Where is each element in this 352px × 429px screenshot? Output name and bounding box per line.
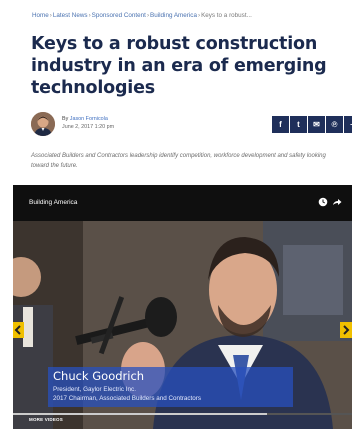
clock-icon[interactable] xyxy=(318,197,328,207)
video-top-bar: Building America xyxy=(13,185,352,221)
author-info: By Jason Fornicola June 2, 2017 1:20 pm xyxy=(62,115,114,131)
twitter-share-button[interactable]: t xyxy=(290,116,307,133)
share-arrow-icon[interactable] xyxy=(332,197,342,207)
breadcrumb-item-latest-news[interactable]: Latest News xyxy=(53,12,88,19)
chevron-left-icon xyxy=(14,325,21,335)
more-share-button[interactable]: + xyxy=(344,116,352,133)
author-avatar[interactable] xyxy=(31,112,55,136)
pinterest-share-button[interactable]: ℗ xyxy=(326,116,343,133)
byline: By Jason Fornicola June 2, 2017 1:20 pm … xyxy=(31,112,352,140)
breadcrumb-item-building-america[interactable]: Building America xyxy=(150,12,197,19)
facebook-icon: f xyxy=(279,120,282,129)
video-progress-bar[interactable] xyxy=(13,413,352,415)
breadcrumb-separator: › xyxy=(197,12,201,19)
byline-prefix: By xyxy=(62,116,69,122)
breadcrumb-item-sponsored-content[interactable]: Sponsored Content xyxy=(92,12,146,19)
breadcrumb-separator: › xyxy=(88,12,91,19)
video-progress-fill xyxy=(13,413,268,415)
publish-date: June 2, 2017 1:20 pm xyxy=(62,124,115,130)
breadcrumb: Home›Latest News›Sponsored Content›Build… xyxy=(32,12,347,19)
twitter-icon: t xyxy=(297,120,300,129)
video-channel-title: Building America xyxy=(29,199,78,206)
article-title: Keys to a robust construction industry i… xyxy=(31,34,327,98)
breadcrumb-separator: › xyxy=(146,12,150,19)
author-link[interactable]: Jason Fornicola xyxy=(70,116,108,122)
email-share-button[interactable]: ✉ xyxy=(308,116,325,133)
breadcrumb-item-home[interactable]: Home xyxy=(32,12,49,19)
speaker-lower-third: Chuck Goodrich President, Gaylor Electri… xyxy=(48,367,293,407)
speaker-title: President, Gaylor Electric Inc. xyxy=(53,386,136,393)
more-videos-button[interactable]: MORE VIDEOS xyxy=(29,417,63,422)
email-icon: ✉ xyxy=(313,120,320,129)
speaker-affiliation: 2017 Chairman, Associated Builders and C… xyxy=(53,395,202,402)
pinterest-icon: ℗ xyxy=(331,120,338,129)
speaker-name: Chuck Goodrich xyxy=(53,369,145,383)
article-summary: Associated Builders and Contractors lead… xyxy=(31,153,326,169)
video-player[interactable]: Building America Chuck Goodrich Presiden… xyxy=(13,185,352,429)
share-bar: f t ✉ ℗ + xyxy=(271,116,352,134)
chevron-right-icon xyxy=(343,325,350,335)
breadcrumb-current: Keys to a robust... xyxy=(201,12,252,19)
facebook-share-button[interactable]: f xyxy=(272,116,289,133)
breadcrumb-separator: › xyxy=(49,12,52,19)
next-video-button[interactable] xyxy=(340,322,352,338)
speaker-role: President, Gaylor Electric Inc. 2017 Cha… xyxy=(53,385,288,403)
previous-video-button[interactable] xyxy=(13,322,24,338)
article-page: Home›Latest News›Sponsored Content›Build… xyxy=(0,0,352,429)
